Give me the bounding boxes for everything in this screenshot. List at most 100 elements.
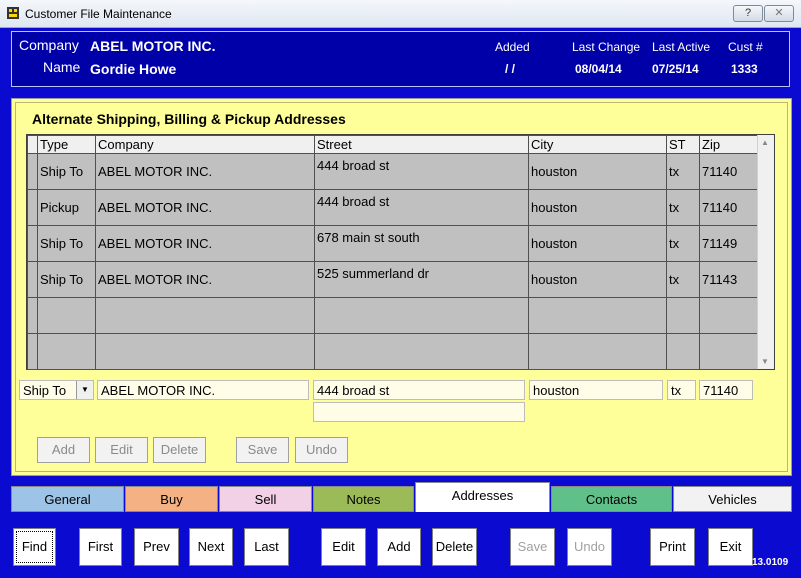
help-button[interactable]: ? xyxy=(733,5,763,22)
added-value: / / xyxy=(505,62,516,76)
type-combo-value: Ship To xyxy=(23,383,67,398)
cell-zip[interactable]: 71140 xyxy=(699,153,758,190)
column-header-street[interactable]: Street xyxy=(314,135,529,154)
close-button[interactable]: ✕ xyxy=(764,5,794,22)
address-delete-button[interactable]: Delete xyxy=(153,437,206,463)
cell-type[interactable]: Ship To xyxy=(37,153,96,190)
column-header-type[interactable]: Type xyxy=(37,135,96,154)
add-button[interactable]: Add xyxy=(377,528,421,566)
row-selector[interactable] xyxy=(27,225,38,262)
cell-city[interactable]: houston xyxy=(528,153,667,190)
exit-button[interactable]: Exit xyxy=(708,528,753,566)
next-button[interactable]: Next xyxy=(189,528,233,566)
table-row[interactable]: Ship To ABEL MOTOR INC. 678 main st sout… xyxy=(27,225,758,262)
cell-company[interactable]: ABEL MOTOR INC. xyxy=(95,225,315,262)
cell-company[interactable] xyxy=(95,297,315,334)
tab-buy[interactable]: Buy xyxy=(125,486,218,512)
chevron-down-icon[interactable]: ▼ xyxy=(76,381,93,399)
table-row[interactable] xyxy=(27,333,758,370)
table-row[interactable] xyxy=(27,297,758,334)
cell-st[interactable]: tx xyxy=(666,225,700,262)
row-selector[interactable] xyxy=(27,261,38,298)
cell-city[interactable]: houston xyxy=(528,225,667,262)
last-change-label: Last Change xyxy=(572,40,641,54)
row-selector[interactable] xyxy=(27,333,38,370)
cell-zip[interactable]: 71149 xyxy=(699,225,758,262)
tab-notes[interactable]: Notes xyxy=(313,486,414,512)
tab-vehicles[interactable]: Vehicles xyxy=(673,486,792,512)
row-selector[interactable] xyxy=(27,153,38,190)
row-selector[interactable] xyxy=(27,297,38,334)
cell-type[interactable]: Pickup xyxy=(37,189,96,226)
table-row[interactable]: Ship To ABEL MOTOR INC. 525 summerland d… xyxy=(27,261,758,298)
address-undo-button[interactable]: Undo xyxy=(295,437,348,463)
edit-button[interactable]: Edit xyxy=(321,528,366,566)
cell-city[interactable] xyxy=(528,297,667,334)
cell-zip[interactable]: 71143 xyxy=(699,261,758,298)
cell-st[interactable]: tx xyxy=(666,261,700,298)
cell-street[interactable] xyxy=(314,333,529,370)
last-active-value: 07/25/14 xyxy=(652,62,699,76)
cell-st[interactable] xyxy=(666,297,700,334)
addresses-grid[interactable]: Type Company Street City ST Zip Ship To … xyxy=(26,134,775,370)
print-button[interactable]: Print xyxy=(650,528,695,566)
table-row[interactable]: Pickup ABEL MOTOR INC. 444 broad st hous… xyxy=(27,189,758,226)
zip-field[interactable]: 71140 xyxy=(699,380,753,400)
cell-zip[interactable] xyxy=(699,297,758,334)
tab-contacts[interactable]: Contacts xyxy=(551,486,672,512)
cell-type[interactable]: Ship To xyxy=(37,225,96,262)
cell-city[interactable]: houston xyxy=(528,261,667,298)
cell-company[interactable] xyxy=(95,333,315,370)
cell-zip[interactable]: 71140 xyxy=(699,189,758,226)
cell-zip[interactable] xyxy=(699,333,758,370)
company-field[interactable]: ABEL MOTOR INC. xyxy=(97,380,309,400)
cell-street[interactable] xyxy=(314,297,529,334)
cell-company[interactable]: ABEL MOTOR INC. xyxy=(95,261,315,298)
cell-city[interactable]: houston xyxy=(528,189,667,226)
scroll-up-icon[interactable]: ▲ xyxy=(761,138,769,147)
cell-st[interactable] xyxy=(666,333,700,370)
city-field[interactable]: houston xyxy=(529,380,663,400)
cell-street[interactable]: 678 main st south xyxy=(314,225,529,262)
prev-button[interactable]: Prev xyxy=(134,528,179,566)
save-button[interactable]: Save xyxy=(510,528,555,566)
street2-field[interactable] xyxy=(313,402,525,422)
address-add-button[interactable]: Add xyxy=(37,437,90,463)
column-header-city[interactable]: City xyxy=(528,135,667,154)
tab-general[interactable]: General xyxy=(11,486,124,512)
cell-type[interactable]: Ship To xyxy=(37,261,96,298)
cell-st[interactable]: tx xyxy=(666,189,700,226)
cell-street[interactable]: 525 summerland dr xyxy=(314,261,529,298)
column-header-zip[interactable]: Zip xyxy=(699,135,758,154)
tab-addresses[interactable]: Addresses xyxy=(415,482,550,512)
column-header-company[interactable]: Company xyxy=(95,135,315,154)
grid-scrollbar[interactable]: ▲ ▼ xyxy=(757,135,774,369)
address-edit-button[interactable]: Edit xyxy=(95,437,148,463)
undo-button[interactable]: Undo xyxy=(567,528,612,566)
cell-st[interactable]: tx xyxy=(666,153,700,190)
cell-type[interactable] xyxy=(37,297,96,334)
scroll-down-icon[interactable]: ▼ xyxy=(761,357,769,366)
last-button[interactable]: Last xyxy=(244,528,289,566)
address-save-button[interactable]: Save xyxy=(236,437,289,463)
column-header-st[interactable]: ST xyxy=(666,135,700,154)
street-field[interactable]: 444 broad st xyxy=(313,380,525,400)
delete-button[interactable]: Delete xyxy=(432,528,477,566)
row-selector[interactable] xyxy=(27,189,38,226)
type-combo[interactable]: Ship To ▼ xyxy=(19,380,94,400)
table-row[interactable]: Ship To ABEL MOTOR INC. 444 broad st hou… xyxy=(27,153,758,190)
cell-street[interactable]: 444 broad st xyxy=(314,189,529,226)
cell-company[interactable]: ABEL MOTOR INC. xyxy=(95,189,315,226)
first-button[interactable]: First xyxy=(79,528,122,566)
find-button[interactable]: Find xyxy=(13,528,56,566)
cell-type[interactable] xyxy=(37,333,96,370)
title-bar: Customer File Maintenance ? ✕ xyxy=(0,0,801,28)
tab-sell[interactable]: Sell xyxy=(219,486,312,512)
state-field[interactable]: tx xyxy=(667,380,696,400)
cust-number-value: 1333 xyxy=(731,62,758,76)
cell-city[interactable] xyxy=(528,333,667,370)
last-active-label: Last Active xyxy=(652,40,711,54)
cell-street[interactable]: 444 broad st xyxy=(314,153,529,190)
tab-bar: General Buy Sell Notes Addresses Contact… xyxy=(11,482,792,512)
cell-company[interactable]: ABEL MOTOR INC. xyxy=(95,153,315,190)
